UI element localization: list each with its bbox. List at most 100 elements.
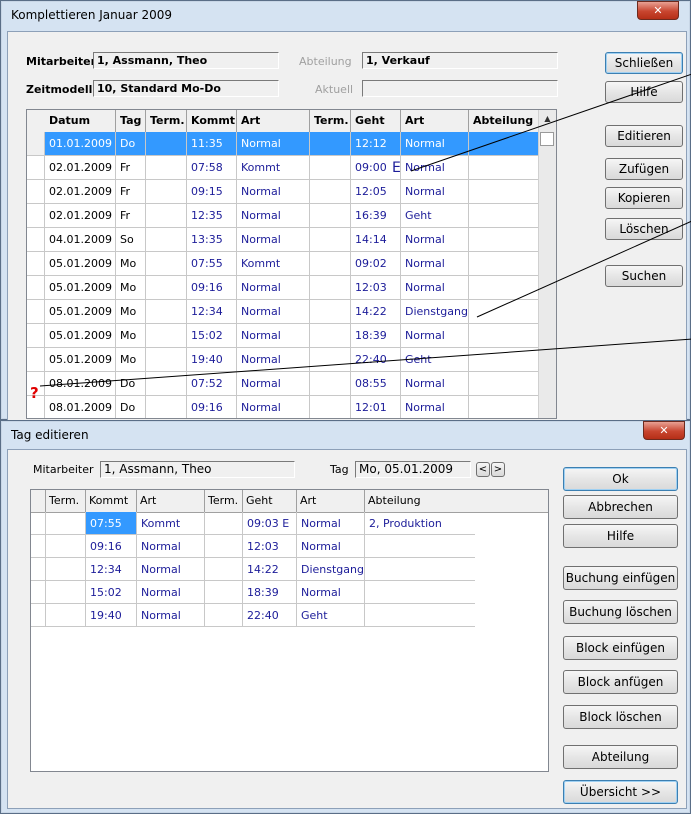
column-header[interactable]: Art xyxy=(237,110,310,132)
bookings-scrollbar[interactable]: ▲ xyxy=(538,110,556,418)
table-cell-kommt[interactable]: 12:35 xyxy=(187,204,237,227)
table-cell-art2[interactable]: Dienstgang xyxy=(297,558,365,581)
table-cell-art1[interactable]: Normal xyxy=(237,372,310,395)
table-cell-kommt[interactable]: 07:55 xyxy=(187,252,237,275)
table-cell-abteilung[interactable] xyxy=(469,252,540,275)
table-cell-term1[interactable] xyxy=(146,396,187,418)
column-header[interactable]: Term. xyxy=(310,110,351,132)
buchung-einfuegen-button[interactable]: Buchung einfügen xyxy=(563,566,678,590)
table-cell-tag[interactable]: Fr xyxy=(116,204,146,227)
table-row[interactable]: 02.01.2009 Fr 12:35 Normal 16:39 Geht xyxy=(27,204,540,228)
table-cell-geht[interactable]: 12:01 xyxy=(351,396,401,418)
table-cell-art1[interactable]: Normal xyxy=(237,324,310,347)
table-cell-abteilung[interactable] xyxy=(469,396,540,418)
table-cell-datum[interactable]: 05.01.2009 xyxy=(45,276,116,299)
table-cell-term2[interactable] xyxy=(310,324,351,347)
table-row[interactable]: 05.01.2009 Mo 12:34 Normal 14:22 Dienstgang xyxy=(27,300,540,324)
table-cell-term2[interactable] xyxy=(205,512,243,535)
table-cell-art1[interactable]: Kommt xyxy=(237,156,310,179)
row-indicator[interactable] xyxy=(27,300,45,323)
abteilung-button[interactable]: Abteilung xyxy=(563,745,678,769)
table-row[interactable]: 05.01.2009 Mo 09:16 Normal 12:03 Normal xyxy=(27,276,540,300)
table-cell-geht[interactable]: 09:02 xyxy=(351,252,401,275)
table-cell-art1[interactable]: Normal xyxy=(237,180,310,203)
row-indicator[interactable] xyxy=(31,558,46,581)
table-cell-term1[interactable] xyxy=(146,324,187,347)
row-indicator[interactable] xyxy=(27,324,45,347)
main-close-button[interactable]: ✕ xyxy=(637,1,679,20)
column-header[interactable]: Geht xyxy=(243,490,297,512)
table-row[interactable]: 08.01.2009 Do 07:52 Normal 08:55 Normal xyxy=(27,372,540,396)
column-header[interactable]: Term. xyxy=(146,110,187,132)
table-cell-geht[interactable]: 22:40 xyxy=(351,348,401,371)
ok-button[interactable]: Ok xyxy=(563,467,678,491)
table-cell-abteilung[interactable] xyxy=(469,180,540,203)
table-row[interactable]: 05.01.2009 Mo 07:55 Kommt 09:02 Normal xyxy=(27,252,540,276)
table-cell-kommt[interactable]: 12:34 xyxy=(86,558,137,581)
table-cell-datum[interactable]: 05.01.2009 xyxy=(45,348,116,371)
table-cell-abteilung[interactable] xyxy=(469,132,540,155)
block-anfuegen-button[interactable]: Block anfügen xyxy=(563,670,678,694)
block-einfuegen-button[interactable]: Block einfügen xyxy=(563,636,678,660)
kopieren-button[interactable]: Kopieren xyxy=(605,187,683,209)
table-cell-datum[interactable]: 04.01.2009 xyxy=(45,228,116,251)
row-indicator[interactable] xyxy=(27,204,45,227)
table-cell-geht[interactable]: 22:40 xyxy=(243,604,297,627)
table-cell-abteilung[interactable] xyxy=(469,156,540,179)
table-cell-abteilung[interactable] xyxy=(469,300,540,323)
row-indicator[interactable] xyxy=(27,252,45,275)
table-cell-art1[interactable]: Normal xyxy=(137,581,205,604)
table-cell-art2[interactable]: Normal xyxy=(401,156,469,179)
row-indicator[interactable] xyxy=(27,228,45,251)
table-cell-term1[interactable] xyxy=(46,535,86,558)
abbrechen-button[interactable]: Abbrechen xyxy=(563,495,678,519)
table-cell-term1[interactable] xyxy=(146,348,187,371)
table-cell-term1[interactable] xyxy=(146,204,187,227)
uebersicht-button[interactable]: Übersicht >> xyxy=(563,780,678,804)
table-cell-art2[interactable]: Normal xyxy=(401,228,469,251)
bookings-table[interactable]: Datum Tag Term. Kommt Art Term. Geht Art… xyxy=(26,109,557,419)
table-cell-art2[interactable]: Dienstgang xyxy=(401,300,469,323)
table-cell-tag[interactable]: Mo xyxy=(116,324,146,347)
table-cell-term2[interactable] xyxy=(205,558,243,581)
table-cell-tag[interactable]: Mo xyxy=(116,300,146,323)
table-cell-abteilung[interactable] xyxy=(469,276,540,299)
scroll-thumb[interactable] xyxy=(540,132,554,146)
table-row[interactable]: 04.01.2009 So 13:35 Normal 14:14 Normal xyxy=(27,228,540,252)
row-indicator[interactable] xyxy=(31,512,46,535)
table-cell-tag[interactable]: Fr xyxy=(116,180,146,203)
day-bookings-table[interactable]: Term. Kommt Art Term. Geht Art Abteilung… xyxy=(30,489,549,772)
table-cell-kommt[interactable]: 13:35 xyxy=(187,228,237,251)
table-row[interactable]: 01.01.2009 Do 11:35 Normal 12:12 Normal xyxy=(27,132,540,156)
table-cell-kommt[interactable]: 15:02 xyxy=(187,324,237,347)
table-cell-kommt[interactable]: 15:02 xyxy=(86,581,137,604)
table-cell-art1[interactable]: Normal xyxy=(237,396,310,418)
table-cell-term2[interactable] xyxy=(310,276,351,299)
table-cell-kommt[interactable]: 07:55 xyxy=(86,512,137,535)
table-cell-term1[interactable] xyxy=(46,512,86,535)
table-row[interactable]: 02.01.2009 Fr 07:58 Kommt 09:00 Normal xyxy=(27,156,540,180)
table-cell-abteilung[interactable] xyxy=(365,535,475,558)
edit-close-button[interactable]: ✕ xyxy=(643,421,685,440)
table-cell-term1[interactable] xyxy=(146,132,187,155)
row-indicator[interactable] xyxy=(31,604,46,627)
zufuegen-button[interactable]: Zufügen xyxy=(605,158,683,180)
table-cell-kommt[interactable]: 07:58 xyxy=(187,156,237,179)
table-cell-geht[interactable]: 08:55 xyxy=(351,372,401,395)
table-row[interactable]: 08.01.2009 Do 09:16 Normal 12:01 Normal xyxy=(27,396,540,418)
table-cell-tag[interactable]: Fr xyxy=(116,156,146,179)
table-cell-art1[interactable]: Normal xyxy=(137,558,205,581)
row-indicator[interactable] xyxy=(31,581,46,604)
suchen-button[interactable]: Suchen xyxy=(605,265,683,287)
table-cell-kommt[interactable]: 09:16 xyxy=(187,276,237,299)
table-cell-geht[interactable]: 18:39 xyxy=(243,581,297,604)
table-cell-kommt[interactable]: 09:16 xyxy=(187,396,237,418)
edit-hilfe-button[interactable]: Hilfe xyxy=(563,524,678,548)
table-row[interactable]: 05.01.2009 Mo 19:40 Normal 22:40 Geht xyxy=(27,348,540,372)
table-cell-kommt[interactable]: 11:35 xyxy=(187,132,237,155)
table-cell-kommt[interactable]: 09:15 xyxy=(187,180,237,203)
table-cell-abteilung[interactable] xyxy=(365,604,475,627)
table-row[interactable]: 05.01.2009 Mo 15:02 Normal 18:39 Normal xyxy=(27,324,540,348)
table-cell-art1[interactable]: Normal xyxy=(137,535,205,558)
table-cell-term1[interactable] xyxy=(46,581,86,604)
